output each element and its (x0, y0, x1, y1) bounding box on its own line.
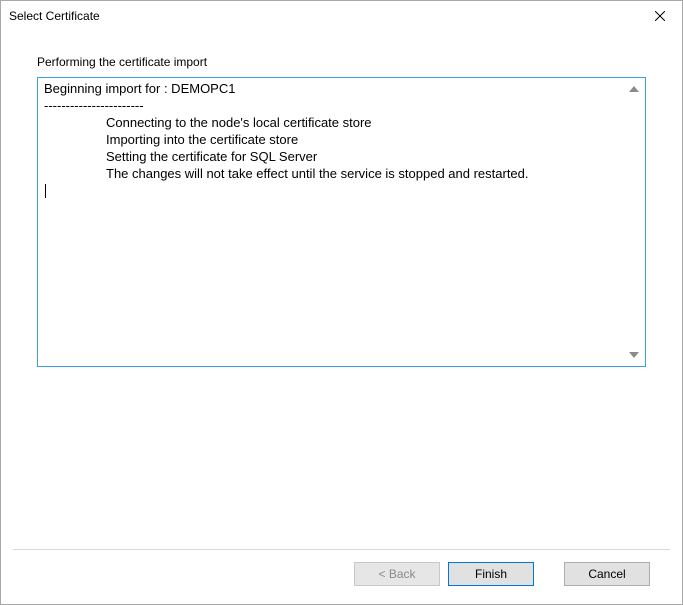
dialog-window: Select Certificate Performing the certif… (0, 0, 683, 605)
titlebar: Select Certificate (1, 1, 682, 31)
log-line: The changes will not take effect until t… (44, 165, 623, 182)
scroll-up-button[interactable] (627, 82, 641, 96)
log-line: Importing into the certificate store (44, 131, 623, 148)
finish-button[interactable]: Finish (448, 562, 534, 586)
close-button[interactable] (637, 1, 682, 31)
cancel-button[interactable]: Cancel (564, 562, 650, 586)
log-line: Beginning import for : DEMOPC1 (44, 80, 623, 97)
scroll-down-button[interactable] (627, 348, 641, 362)
log-line: Setting the certificate for SQL Server (44, 148, 623, 165)
content-area: Performing the certificate import Beginn… (1, 31, 682, 549)
close-icon (655, 11, 665, 21)
chevron-up-icon (629, 86, 639, 92)
button-row: < Back Finish Cancel (13, 549, 670, 604)
window-title: Select Certificate (9, 9, 100, 23)
log-line: ----------------------- (44, 97, 623, 114)
import-log[interactable]: Beginning import for : DEMOPC1 ---------… (37, 77, 646, 367)
chevron-down-icon (629, 352, 639, 358)
button-spacer (542, 562, 556, 586)
log-line: Connecting to the node's local certifica… (44, 114, 623, 131)
log-cursor-line (44, 182, 623, 199)
back-button: < Back (354, 562, 440, 586)
text-caret (45, 184, 46, 198)
section-label: Performing the certificate import (37, 55, 646, 69)
